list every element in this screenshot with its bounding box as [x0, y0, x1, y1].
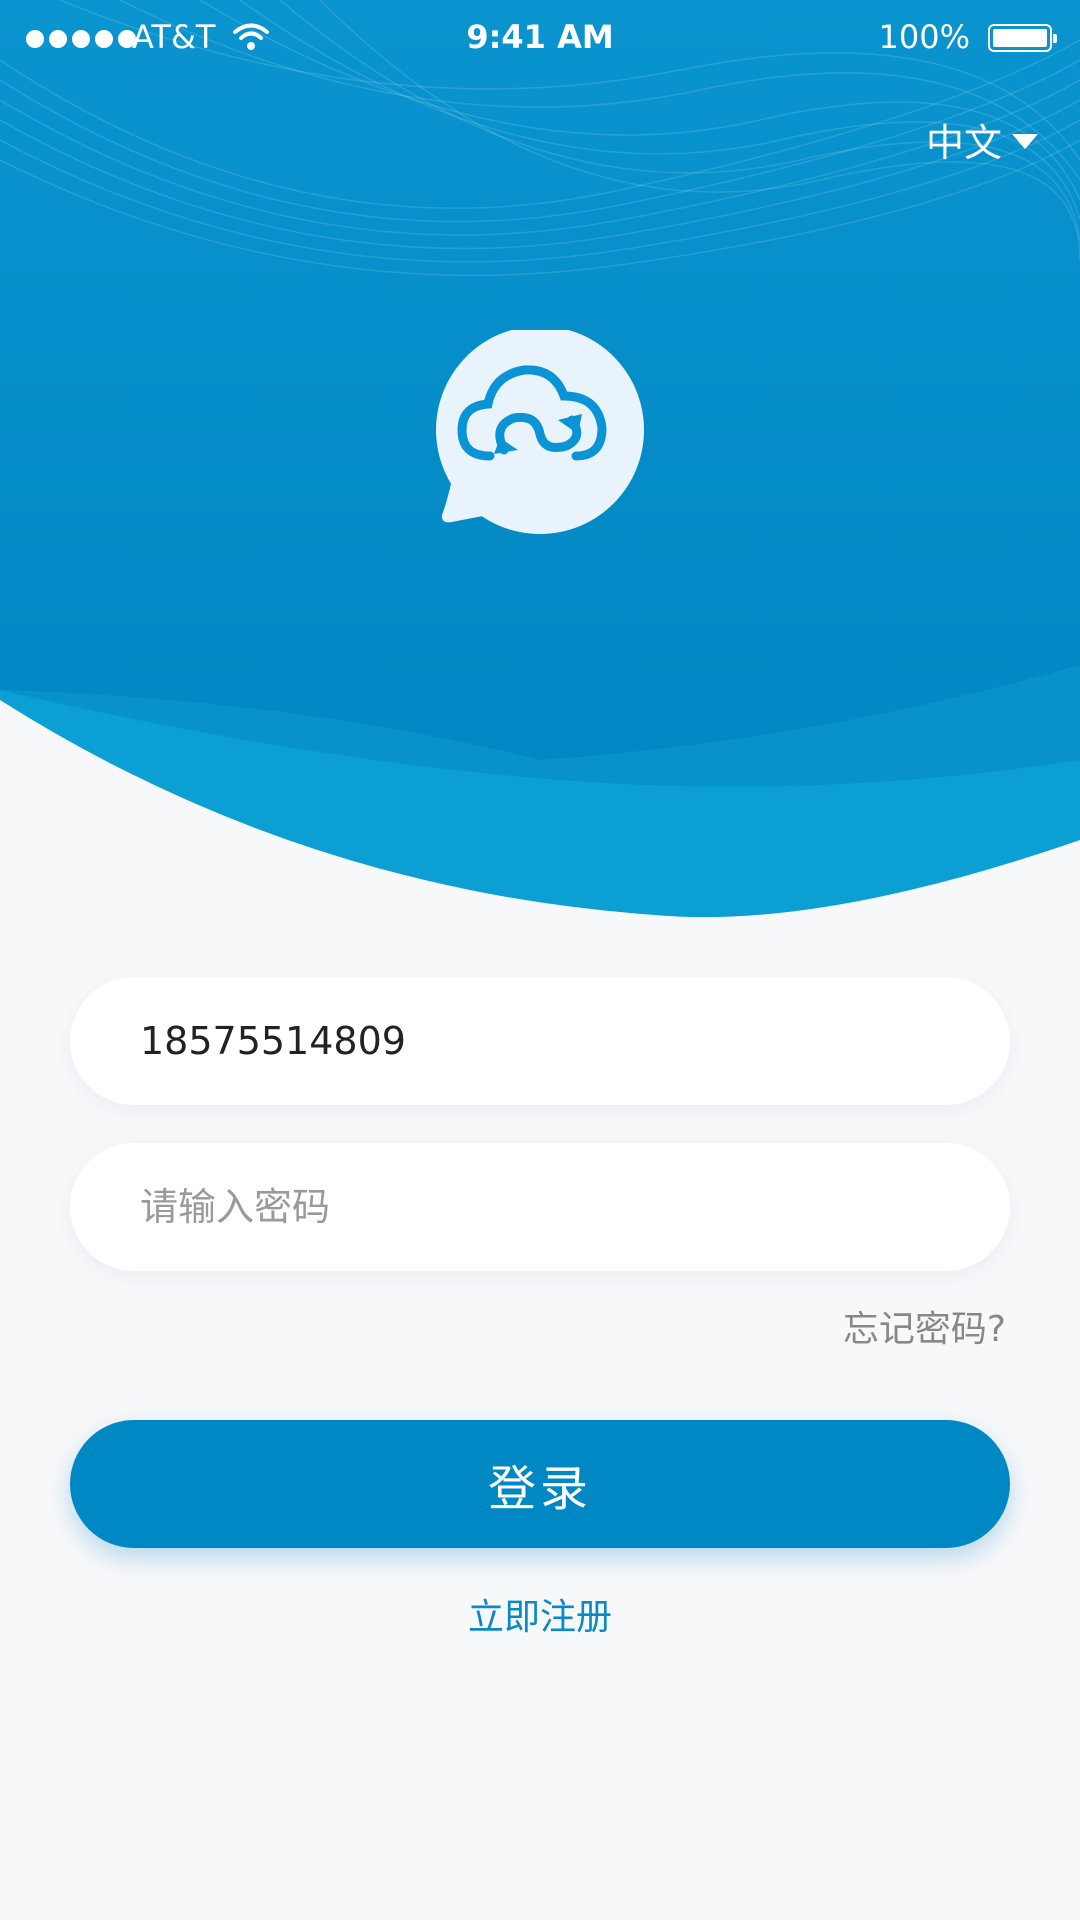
language-selector[interactable]: 中文: [926, 112, 1038, 167]
register-link[interactable]: 立即注册: [0, 1588, 1080, 1640]
chevron-down-icon: [1012, 134, 1038, 149]
login-button[interactable]: 登录: [70, 1420, 1010, 1548]
password-input[interactable]: [70, 1143, 1010, 1271]
status-bar: AT&T 9:41 AM 100%: [0, 0, 1080, 76]
battery-icon: [988, 24, 1057, 52]
phone-input[interactable]: [70, 977, 1010, 1105]
app-logo-icon: [436, 330, 644, 534]
language-label: 中文: [925, 121, 1002, 165]
forgot-password-link[interactable]: 忘记密码?: [843, 1300, 1006, 1352]
battery-percentage: 100%: [878, 18, 970, 56]
